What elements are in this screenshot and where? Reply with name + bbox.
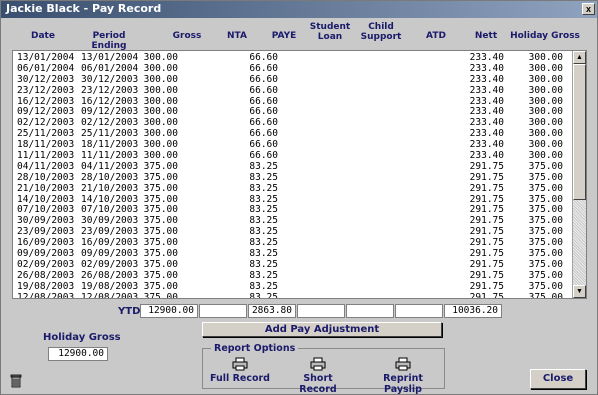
printer-icon — [310, 357, 326, 371]
title-bar[interactable]: Jackie Black - Pay Record x — [1, 1, 597, 18]
scroll-up-arrow-icon[interactable]: ▲ — [573, 51, 586, 64]
holiday-gross-field: 12900.00 — [48, 347, 108, 361]
add-pay-adjustment-button[interactable]: Add Pay Adjustment — [202, 322, 442, 337]
header-atd[interactable]: ATD — [421, 31, 451, 41]
reprint-payslip-button[interactable]: Reprint Payslip — [363, 357, 443, 395]
scroll-down-arrow-icon[interactable]: ▼ — [573, 285, 586, 298]
report-options-group: Report Options Full Record Short Record — [202, 343, 445, 395]
scroll-thumb[interactable] — [573, 64, 586, 200]
row-cell-period: 23/12/2003 — [81, 84, 139, 96]
row-cell-gross: 300.00 — [143, 84, 178, 96]
row-cell-holiday: 375.00 — [528, 280, 563, 292]
scroll-track[interactable] — [573, 200, 586, 285]
row-cell-period: 21/10/2003 — [81, 182, 139, 194]
column-headers: Date Period Ending Gross NTA PAYE Studen… — [12, 22, 587, 51]
row-cell-date: 23/12/2003 — [17, 84, 75, 96]
row-cell-date: 21/10/2003 — [17, 182, 75, 194]
table-row[interactable]: 23/12/2003 23/12/2003 300.00 66.60 233.40 300… — [13, 84, 571, 97]
header-holiday-gross[interactable]: Holiday Gross — [509, 31, 581, 41]
ytd-atd-field — [395, 304, 443, 318]
row-cell-gross: 375.00 — [143, 280, 178, 292]
pay-record-window: Jackie Black - Pay Record x Date Period … — [0, 0, 598, 395]
pay-record-list[interactable]: 13/01/2004 13/01/2004 300.00 66.60 233.40 300… — [12, 50, 587, 299]
row-cell-paye: 83.25 — [249, 280, 278, 292]
row-cell-date: 19/08/2003 — [17, 280, 75, 292]
report-options-title: Report Options — [211, 343, 299, 354]
row-cell-holiday: 375.00 — [528, 182, 563, 194]
ytd-paye-field: 2863.80 — [248, 304, 296, 318]
window-title: Jackie Black - Pay Record — [6, 2, 162, 15]
header-student-loan[interactable]: Student Loan — [308, 22, 352, 42]
row-cell-nett: 233.40 — [469, 84, 504, 96]
header-period-ending[interactable]: Period Ending — [74, 31, 144, 51]
table-row[interactable]: 21/10/2003 21/10/2003 375.00 83.25 291.75 375… — [13, 182, 571, 195]
ytd-label: YTD — [118, 306, 141, 317]
row-cell-paye: 66.60 — [249, 84, 278, 96]
printer-icon — [232, 357, 248, 371]
full-record-button[interactable]: Full Record — [209, 357, 271, 384]
header-gross[interactable]: Gross — [170, 31, 204, 41]
ytd-student-loan-field — [297, 304, 345, 318]
header-nett[interactable]: Nett — [471, 31, 501, 41]
row-cell-holiday: 300.00 — [528, 84, 563, 96]
header-nta[interactable]: NTA — [224, 31, 250, 41]
ytd-gross-field: 12900.00 — [140, 304, 198, 318]
header-date[interactable]: Date — [26, 31, 60, 41]
row-cell-gross: 375.00 — [143, 291, 178, 299]
row-cell-gross: 375.00 — [143, 182, 178, 194]
table-row[interactable]: 19/08/2003 19/08/2003 375.00 83.25 291.75 375… — [13, 280, 571, 293]
row-cell-period: 12/08/2003 — [81, 291, 139, 299]
short-record-button[interactable]: Short Record — [283, 357, 353, 395]
holiday-gross-label: Holiday Gross — [43, 332, 121, 343]
table-row[interactable]: 12/08/2003 12/08/2003 375.00 83.25 291.75 375… — [13, 291, 571, 299]
vertical-scrollbar[interactable]: ▲ ▼ — [572, 51, 586, 298]
reprint-payslip-label: Reprint Payslip — [383, 373, 423, 395]
row-cell-nett: 291.75 — [469, 291, 504, 299]
printer-icon — [395, 357, 411, 371]
row-cell-paye: 83.25 — [249, 291, 278, 299]
row-cell-holiday: 375.00 — [528, 291, 563, 299]
ytd-nta-field — [199, 304, 247, 318]
ytd-nett-field: 10036.20 — [444, 304, 502, 318]
row-cell-nett: 291.75 — [469, 182, 504, 194]
pay-record-rows: 13/01/2004 13/01/2004 300.00 66.60 233.40 300… — [13, 52, 571, 299]
header-paye[interactable]: PAYE — [267, 31, 301, 41]
close-button[interactable]: Close — [530, 369, 586, 389]
row-cell-nett: 291.75 — [469, 280, 504, 292]
header-child-support[interactable]: Child Support — [356, 22, 406, 42]
row-cell-paye: 83.25 — [249, 182, 278, 194]
short-record-label: Short Record — [299, 373, 337, 395]
row-cell-period: 19/08/2003 — [81, 280, 139, 292]
trash-icon[interactable] — [10, 374, 22, 388]
window-close-button[interactable]: x — [582, 3, 595, 15]
row-cell-date: 12/08/2003 — [17, 291, 75, 299]
full-record-label: Full Record — [209, 373, 270, 384]
ytd-child-support-field — [346, 304, 394, 318]
